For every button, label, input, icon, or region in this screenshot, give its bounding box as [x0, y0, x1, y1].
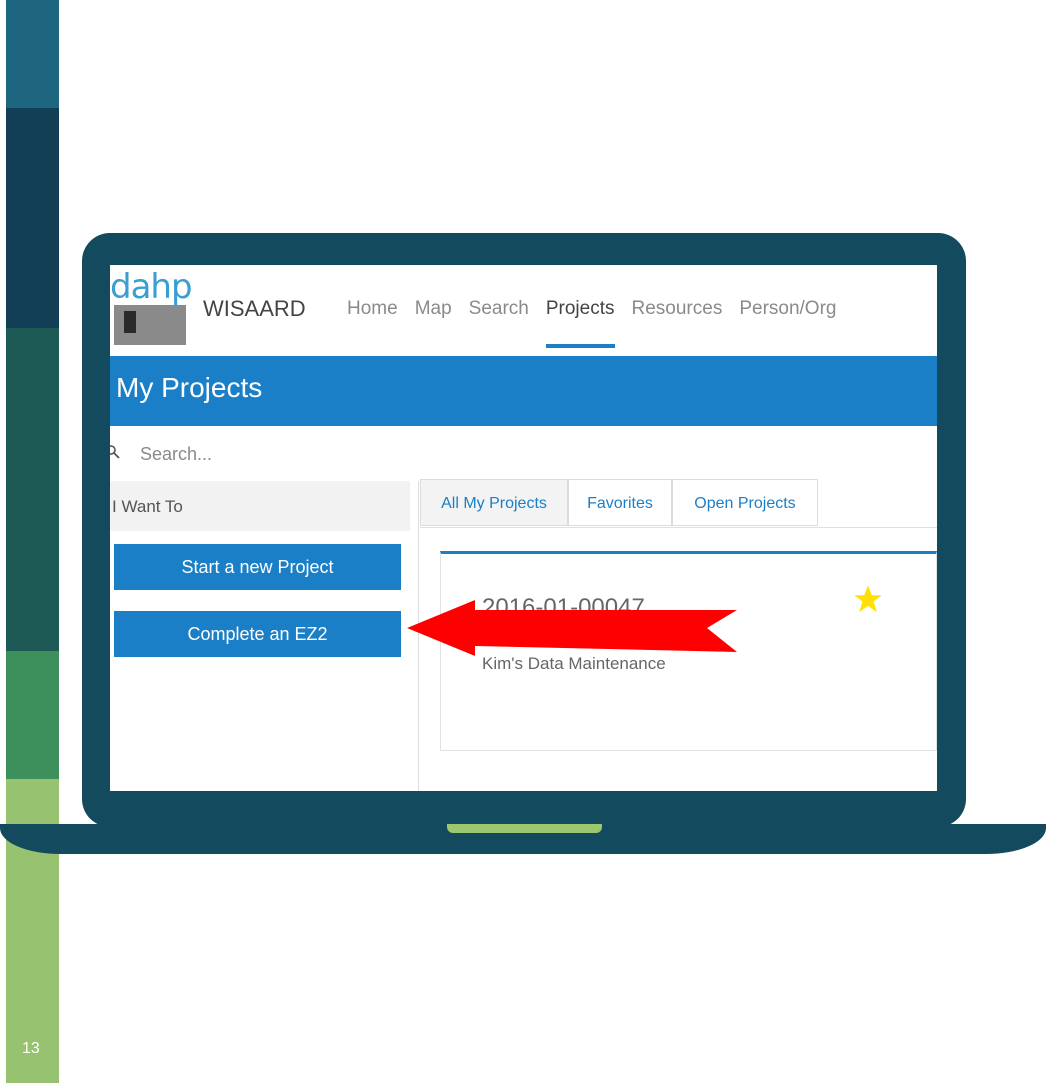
bar-segment	[6, 651, 59, 779]
bar-segment	[6, 328, 59, 651]
project-tabs: All My Projects Favorites Open Projects	[420, 479, 937, 528]
search-input[interactable]: Search...	[110, 441, 410, 471]
nav-item-resources[interactable]: Resources	[632, 298, 723, 320]
tab-open-projects[interactable]: Open Projects	[672, 479, 818, 526]
laptop-notch	[447, 824, 602, 833]
arrow-left-icon	[407, 600, 737, 656]
tab-all-my-projects[interactable]: All My Projects	[420, 479, 568, 526]
start-new-project-button[interactable]: Start a new Project	[114, 544, 401, 590]
tab-favorites[interactable]: Favorites	[568, 479, 672, 526]
i-want-to-header: I Want To	[110, 481, 410, 531]
search-placeholder: Search...	[140, 444, 213, 464]
search-icon	[110, 445, 120, 459]
app-screen: dahp WISAARD Home Map Search Projects Re…	[110, 265, 937, 791]
logo: dahp	[110, 265, 193, 355]
logo-text: dahp	[110, 267, 193, 307]
slide-sidebar-bar	[6, 0, 59, 1083]
nav-item-projects[interactable]: Projects	[545, 298, 615, 348]
star-icon[interactable]	[853, 584, 883, 614]
page-title-bar: My Projects	[110, 356, 937, 426]
logo-image	[114, 305, 186, 345]
page-title: My Projects	[116, 372, 263, 403]
i-want-to-label: I Want To	[112, 497, 183, 516]
complete-ez2-button[interactable]: Complete an EZ2	[114, 611, 401, 657]
slide-number: 13	[22, 1040, 40, 1057]
project-name: Kim's Data Maintenance	[482, 654, 666, 673]
main-nav: Home Map Search Projects Resources Perso…	[347, 298, 853, 348]
app-brand[interactable]: WISAARD	[203, 296, 306, 322]
nav-item-person-org[interactable]: Person/Org	[739, 298, 836, 320]
bar-segment	[6, 108, 59, 328]
nav-item-home[interactable]: Home	[347, 298, 398, 320]
bar-segment	[6, 0, 59, 108]
nav-item-map[interactable]: Map	[415, 298, 452, 320]
nav-item-search[interactable]: Search	[469, 298, 529, 320]
